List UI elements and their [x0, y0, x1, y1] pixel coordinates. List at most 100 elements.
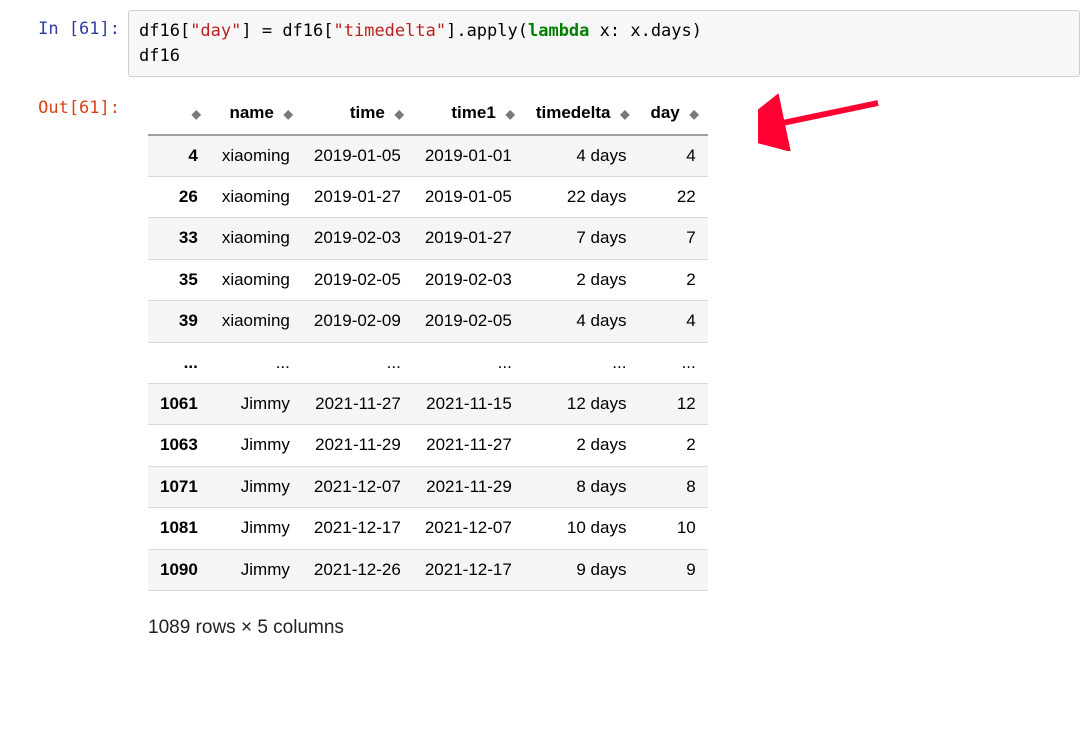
- row-index: 1063: [148, 425, 210, 466]
- cell: 2021-12-07: [302, 466, 413, 507]
- cell: 2019-02-05: [413, 301, 524, 342]
- row-index: 39: [148, 301, 210, 342]
- cell: 2021-12-17: [302, 508, 413, 549]
- sort-icon[interactable]: ◆: [186, 107, 198, 121]
- cell: 2 days: [524, 259, 639, 300]
- cell: ...: [413, 342, 524, 383]
- table-row: 1090Jimmy2021-12-262021-12-179 days9: [148, 549, 708, 590]
- cell: xiaoming: [210, 135, 302, 177]
- column-label: time1: [451, 103, 495, 122]
- sort-icon[interactable]: ◆: [684, 107, 696, 121]
- prompt-in: In [61]:: [0, 10, 128, 42]
- cell: 7: [638, 218, 707, 259]
- cell: 8 days: [524, 466, 639, 507]
- cell: 2019-02-03: [302, 218, 413, 259]
- cell: Jimmy: [210, 508, 302, 549]
- row-index: 1071: [148, 466, 210, 507]
- cell: 2021-11-15: [413, 384, 524, 425]
- cell: 22 days: [524, 177, 639, 218]
- row-index: 1061: [148, 384, 210, 425]
- table-row: 1081Jimmy2021-12-172021-12-0710 days10: [148, 508, 708, 549]
- cell: xiaoming: [210, 218, 302, 259]
- cell: 2021-12-07: [413, 508, 524, 549]
- cell: 2021-11-29: [302, 425, 413, 466]
- table-row: 4xiaoming2019-01-052019-01-014 days4: [148, 135, 708, 177]
- table-row: 35xiaoming2019-02-052019-02-032 days2: [148, 259, 708, 300]
- cell: 12 days: [524, 384, 639, 425]
- cell: 9: [638, 549, 707, 590]
- output-cell: Out[61]: ◆name◆time◆time1◆timedelta◆day◆…: [0, 89, 1080, 639]
- column-label: time: [350, 103, 385, 122]
- row-index: 35: [148, 259, 210, 300]
- row-index: 26: [148, 177, 210, 218]
- cell: 2021-11-27: [413, 425, 524, 466]
- cell: 12: [638, 384, 707, 425]
- column-label: timedelta: [536, 103, 611, 122]
- cell: 2019-01-01: [413, 135, 524, 177]
- code-input[interactable]: df16["day"] = df16["timedelta"].apply(la…: [128, 10, 1080, 77]
- table-row: 1061Jimmy2021-11-272021-11-1512 days12: [148, 384, 708, 425]
- table-row: ..................: [148, 342, 708, 383]
- index-header[interactable]: ◆: [148, 93, 210, 134]
- code-token: df16: [139, 46, 180, 66]
- cell: 8: [638, 466, 707, 507]
- cell: 2021-11-29: [413, 466, 524, 507]
- prompt-out: Out[61]:: [0, 89, 128, 121]
- column-header-time[interactable]: time ◆: [302, 93, 413, 134]
- sort-icon[interactable]: ◆: [614, 107, 626, 121]
- cell: 9 days: [524, 549, 639, 590]
- code-token: x: x.days): [589, 21, 702, 41]
- cell: 2019-02-09: [302, 301, 413, 342]
- code-token: ].apply(: [446, 21, 528, 41]
- shape-summary: 1089 rows × 5 columns: [148, 617, 1080, 639]
- cell: 22: [638, 177, 707, 218]
- sort-icon[interactable]: ◆: [278, 107, 290, 121]
- row-index: 4: [148, 135, 210, 177]
- table-row: 39xiaoming2019-02-092019-02-054 days4: [148, 301, 708, 342]
- cell: 2019-02-05: [302, 259, 413, 300]
- cell: 2019-01-05: [413, 177, 524, 218]
- cell: ...: [638, 342, 707, 383]
- column-header-day[interactable]: day ◆: [638, 93, 707, 134]
- column-header-timedelta[interactable]: timedelta◆: [524, 93, 639, 134]
- cell: 2019-01-27: [413, 218, 524, 259]
- column-header-name[interactable]: name◆: [210, 93, 302, 134]
- cell: 2021-12-26: [302, 549, 413, 590]
- input-cell: In [61]: df16["day"] = df16["timedelta"]…: [0, 10, 1080, 77]
- code-token: "timedelta": [334, 21, 447, 41]
- row-index: 33: [148, 218, 210, 259]
- cell: 10 days: [524, 508, 639, 549]
- cell: 2019-01-05: [302, 135, 413, 177]
- cell: Jimmy: [210, 384, 302, 425]
- header-row: ◆name◆time◆time1◆timedelta◆day◆: [148, 93, 708, 134]
- table-row: 1071Jimmy2021-12-072021-11-298 days8: [148, 466, 708, 507]
- cell: ...: [524, 342, 639, 383]
- table-row: 33xiaoming2019-02-032019-01-277 days7: [148, 218, 708, 259]
- table-row: 26xiaoming2019-01-272019-01-0522 days22: [148, 177, 708, 218]
- table-body: 4xiaoming2019-01-052019-01-014 days426xi…: [148, 135, 708, 591]
- column-label: day: [650, 103, 679, 122]
- cell: 2019-01-27: [302, 177, 413, 218]
- cell: 4: [638, 301, 707, 342]
- cell: 4 days: [524, 135, 639, 177]
- cell: xiaoming: [210, 177, 302, 218]
- cell: 4 days: [524, 301, 639, 342]
- code-token: df16[: [139, 21, 190, 41]
- cell: 2: [638, 259, 707, 300]
- annotation-arrow-icon: [758, 91, 888, 151]
- cell: 2021-12-17: [413, 549, 524, 590]
- cell: 10: [638, 508, 707, 549]
- cell: Jimmy: [210, 425, 302, 466]
- cell: 7 days: [524, 218, 639, 259]
- cell: ...: [210, 342, 302, 383]
- cell: 2021-11-27: [302, 384, 413, 425]
- row-index: 1081: [148, 508, 210, 549]
- column-header-time1[interactable]: time1 ◆: [413, 93, 524, 134]
- sort-icon[interactable]: ◆: [500, 107, 512, 121]
- row-index: ...: [148, 342, 210, 383]
- sort-icon[interactable]: ◆: [389, 107, 401, 121]
- cell: Jimmy: [210, 549, 302, 590]
- cell: xiaoming: [210, 301, 302, 342]
- notebook-container: In [61]: df16["day"] = df16["timedelta"]…: [0, 0, 1080, 669]
- cell: 2: [638, 425, 707, 466]
